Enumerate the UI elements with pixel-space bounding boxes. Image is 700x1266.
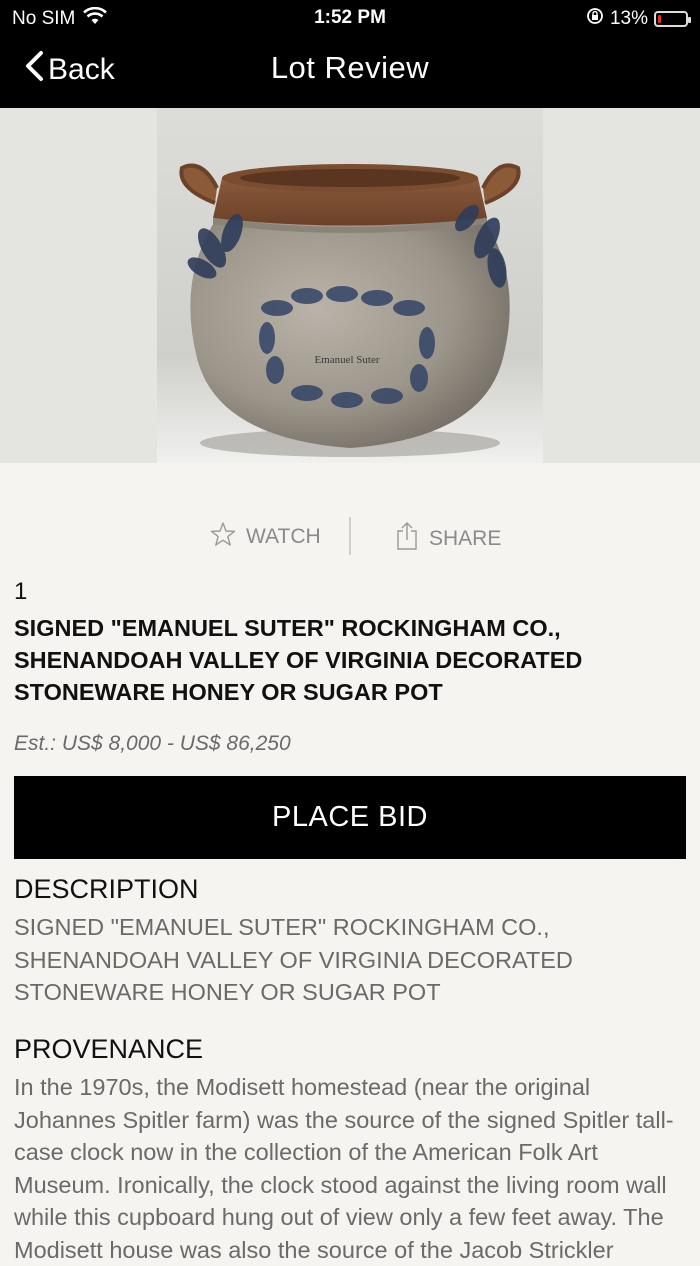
top-bar: No SIM 1:52 PM 13% Back Lot Review xyxy=(0,0,700,108)
lot-title: SIGNED "EMANUEL SUTER" ROCKINGHAM CO., S… xyxy=(14,615,583,705)
watch-label: WATCH xyxy=(246,525,321,548)
share-icon xyxy=(395,521,419,557)
provenance-heading: PROVENANCE xyxy=(14,1034,204,1064)
star-icon xyxy=(210,521,236,553)
status-right: 13% xyxy=(586,7,691,31)
description-body: SIGNED "EMANUEL SUTER" ROCKINGHAM CO., S… xyxy=(14,914,573,1005)
watch-button[interactable]: WATCH xyxy=(210,521,321,553)
pot-signature-text: Emanuel Suter xyxy=(314,354,379,366)
orientation-lock-icon xyxy=(586,7,604,31)
lot-number: 1 xyxy=(14,578,28,605)
place-bid-button[interactable]: PLACE BID xyxy=(14,776,686,859)
share-label: SHARE xyxy=(429,527,502,550)
battery-level xyxy=(658,15,661,23)
lot-estimate: Est.: US$ 8,000 - US$ 86,250 xyxy=(14,732,291,755)
page-title: Lot Review xyxy=(270,50,430,85)
description-heading: DESCRIPTION xyxy=(14,874,199,904)
lot-actions: WATCH SHARE xyxy=(0,515,700,555)
battery-icon xyxy=(654,11,691,27)
status-bar: No SIM 1:52 PM 13% xyxy=(0,0,700,36)
nav-bar: Back Lot Review xyxy=(0,40,700,102)
share-button[interactable]: SHARE xyxy=(395,521,501,557)
stoneware-pot-image: Emanuel Suter xyxy=(179,163,521,457)
lot-photo[interactable]: Emanuel Suter xyxy=(157,108,543,463)
lot-image-area[interactable]: Emanuel Suter xyxy=(0,108,700,463)
provenance-body: In the 1970s, the Modisett homestead (ne… xyxy=(14,1074,674,1263)
battery-percent: 13% xyxy=(609,8,648,29)
actions-divider xyxy=(349,517,351,555)
